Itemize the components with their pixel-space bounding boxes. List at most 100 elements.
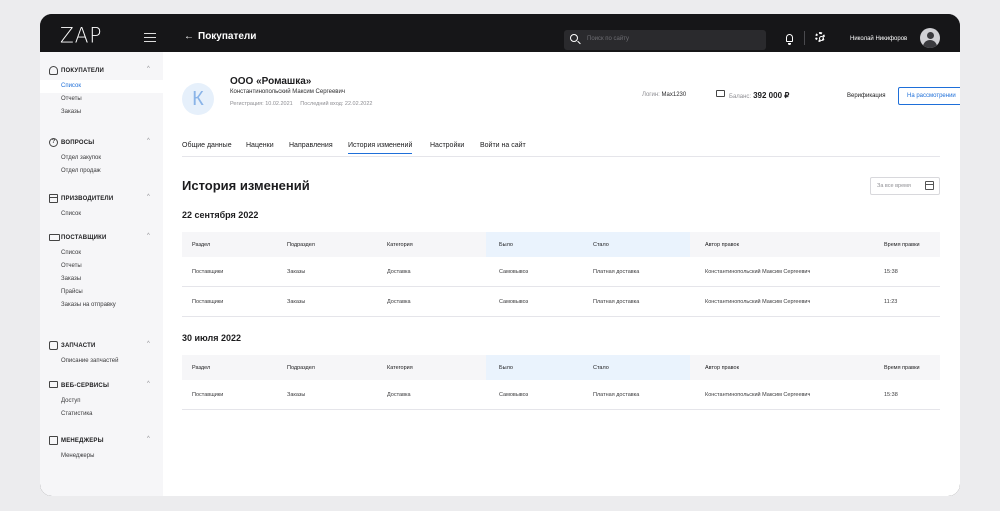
tab-bar: Общие данные Наценки Направления История…	[182, 142, 940, 157]
column-header: Стало	[593, 365, 609, 371]
last-login-date: Последний вход: 22.02.2022	[300, 101, 373, 107]
column-header: Автор правок	[705, 242, 739, 248]
sidebar-section-buyers: ПОКУПАТЕЛИ ^ Список Отчеты Заказы	[40, 66, 163, 119]
tab-directions[interactable]: Направления	[289, 142, 333, 149]
balance-info: Баланс: 392 000 ₽	[729, 91, 789, 100]
sidebar-section-header[interactable]: МЕНЕДЖЕРЫ ^	[40, 436, 163, 450]
table-cell: Самовывоз	[499, 392, 529, 398]
column-header: Было	[499, 365, 513, 371]
table-cell: Заказы	[287, 269, 306, 275]
table-cell: Поставщики	[192, 269, 224, 275]
sidebar-item-statistics[interactable]: Статистика	[40, 408, 163, 421]
table-row: Поставщики Заказы Доставка Самовывоз Пла…	[182, 257, 940, 287]
table-cell: Поставщики	[192, 392, 224, 398]
column-header: Категория	[387, 365, 413, 371]
sidebar-item-managers[interactable]: Менеджеры	[40, 450, 163, 463]
sidebar-item-list[interactable]: Список	[40, 247, 163, 260]
balance-value: 392 000 ₽	[753, 91, 790, 100]
menu-icon[interactable]	[144, 33, 156, 42]
sidebar-item-orders[interactable]: Заказы	[40, 273, 163, 286]
sidebar-section-title: ПРИЗВОДИТЕЛИ	[61, 196, 114, 202]
sidebar-item-list[interactable]: Список	[40, 208, 163, 221]
sidebar-item-prices[interactable]: Прайсы	[40, 286, 163, 299]
tab-settings[interactable]: Настройки	[430, 142, 464, 149]
search-icon	[570, 34, 578, 42]
customer-avatar: К	[182, 83, 214, 115]
arrow-left-icon: ←	[184, 31, 194, 42]
table-cell: Доставка	[387, 269, 411, 275]
search-placeholder: Поиск по сайту	[587, 36, 630, 42]
sidebar-section-header[interactable]: ПРИЗВОДИТЕЛИ ^	[40, 194, 163, 208]
tab-markups[interactable]: Наценки	[246, 142, 274, 149]
customer-dates: Регистрация: 10.02.2021 Последний вход: …	[230, 101, 378, 107]
period-value: За все время	[877, 183, 911, 189]
sidebar-section-manufacturers: ПРИЗВОДИТЕЛИ ^ Список	[40, 194, 163, 221]
column-header: Было	[499, 242, 513, 248]
search-input[interactable]: Поиск по сайту	[564, 30, 766, 50]
login-label: Логин:	[642, 92, 660, 98]
history-table: Раздел Подраздел Категория Было Стало Ав…	[182, 355, 940, 410]
sidebar-section-header[interactable]: ? ВОПРОСЫ ^	[40, 138, 163, 152]
table-cell: 15:38	[884, 269, 898, 275]
sidebar-item-orders[interactable]: Заказы	[40, 106, 163, 119]
sidebar-section-parts: ЗАПЧАСТИ ^ Описание запчастей	[40, 341, 163, 368]
login-value: Мах1230	[661, 92, 687, 98]
sidebar-item-parts-description[interactable]: Описание запчастей	[40, 355, 163, 368]
chevron-up-icon: ^	[147, 138, 150, 144]
chevron-up-icon: ^	[147, 436, 150, 442]
question-icon: ?	[49, 138, 58, 147]
column-header: Стало	[593, 242, 609, 248]
table-cell: 15:38	[884, 392, 898, 398]
gear-icon[interactable]	[815, 32, 825, 42]
sidebar-section-header[interactable]: ЗАПЧАСТИ ^	[40, 341, 163, 355]
sidebar-section-title: МЕНЕДЖЕРЫ	[61, 438, 104, 444]
table-cell: Заказы	[287, 392, 306, 398]
table-row: Поставщики Заказы Доставка Самовывоз Пла…	[182, 380, 940, 410]
sidebar-item-access[interactable]: Доступ	[40, 395, 163, 408]
sidebar-section-header[interactable]: ПОКУПАТЕЛИ ^	[40, 66, 163, 80]
table-cell: Доставка	[387, 299, 411, 305]
column-header: Раздел	[192, 365, 211, 371]
table-cell: Константинопольский Максим Сергеевич	[705, 269, 811, 275]
avatar[interactable]	[920, 28, 940, 48]
tab-login-site[interactable]: Войти на сайт	[480, 142, 526, 149]
table-row: Поставщики Заказы Доставка Самовывоз Пла…	[182, 287, 940, 317]
column-header: Автор правок	[705, 365, 739, 371]
sidebar-item-purchasing[interactable]: Отдел закупок	[40, 152, 163, 165]
logo[interactable]: ZAP	[60, 24, 102, 46]
verification-select[interactable]: На рассмотрении ⌄	[898, 87, 960, 105]
tab-history[interactable]: История изменений	[348, 142, 413, 154]
date-heading: 22 сентября 2022	[182, 210, 259, 220]
column-header: Время правки	[884, 365, 920, 371]
sidebar: ПОКУПАТЕЛИ ^ Список Отчеты Заказы ? ВОПР…	[40, 52, 163, 496]
sidebar-section-header[interactable]: ВЕБ-СЕРВИСЫ ^	[40, 381, 163, 395]
period-filter[interactable]: За все время	[870, 177, 940, 195]
sidebar-section-web-services: ВЕБ-СЕРВИСЫ ^ Доступ Статистика	[40, 381, 163, 421]
history-table: Раздел Подраздел Категория Было Стало Ав…	[182, 232, 940, 317]
factory-icon	[49, 194, 58, 203]
app-window: ZAP ← Покупатели Поиск по сайту Николай Н…	[40, 14, 960, 496]
sidebar-item-sales[interactable]: Отдел продаж	[40, 165, 163, 178]
truck-icon	[49, 234, 60, 241]
sidebar-item-reports[interactable]: Отчеты	[40, 93, 163, 106]
sidebar-item-orders-to-send[interactable]: Заказы на отправку	[40, 299, 163, 312]
table-cell: Платная доставка	[593, 299, 640, 305]
sidebar-section-managers: МЕНЕДЖЕРЫ ^ Менеджеры	[40, 436, 163, 463]
sidebar-section-title: ВЕБ-СЕРВИСЫ	[61, 383, 110, 389]
sidebar-item-reports[interactable]: Отчеты	[40, 260, 163, 273]
sidebar-section-header[interactable]: ПОСТАВЩИКИ ^	[40, 233, 163, 247]
bell-icon[interactable]	[786, 34, 793, 45]
chevron-up-icon: ^	[147, 233, 150, 239]
tab-general[interactable]: Общие данные	[182, 142, 232, 149]
table-header: Раздел Подраздел Категория Было Стало Ав…	[182, 355, 940, 380]
back-button[interactable]: ← Покупатели	[184, 31, 256, 42]
user-icon	[49, 66, 58, 75]
user-name[interactable]: Николай Никифоров	[850, 36, 907, 42]
main-content: К ООО «Ромашка» Константинопольский Макс…	[163, 52, 960, 496]
table-cell: Платная доставка	[593, 392, 640, 398]
monitor-icon	[49, 381, 58, 388]
column-header: Раздел	[192, 242, 211, 248]
sidebar-item-list[interactable]: Список	[40, 80, 163, 93]
table-cell: Доставка	[387, 392, 411, 398]
id-card-icon	[49, 436, 58, 445]
